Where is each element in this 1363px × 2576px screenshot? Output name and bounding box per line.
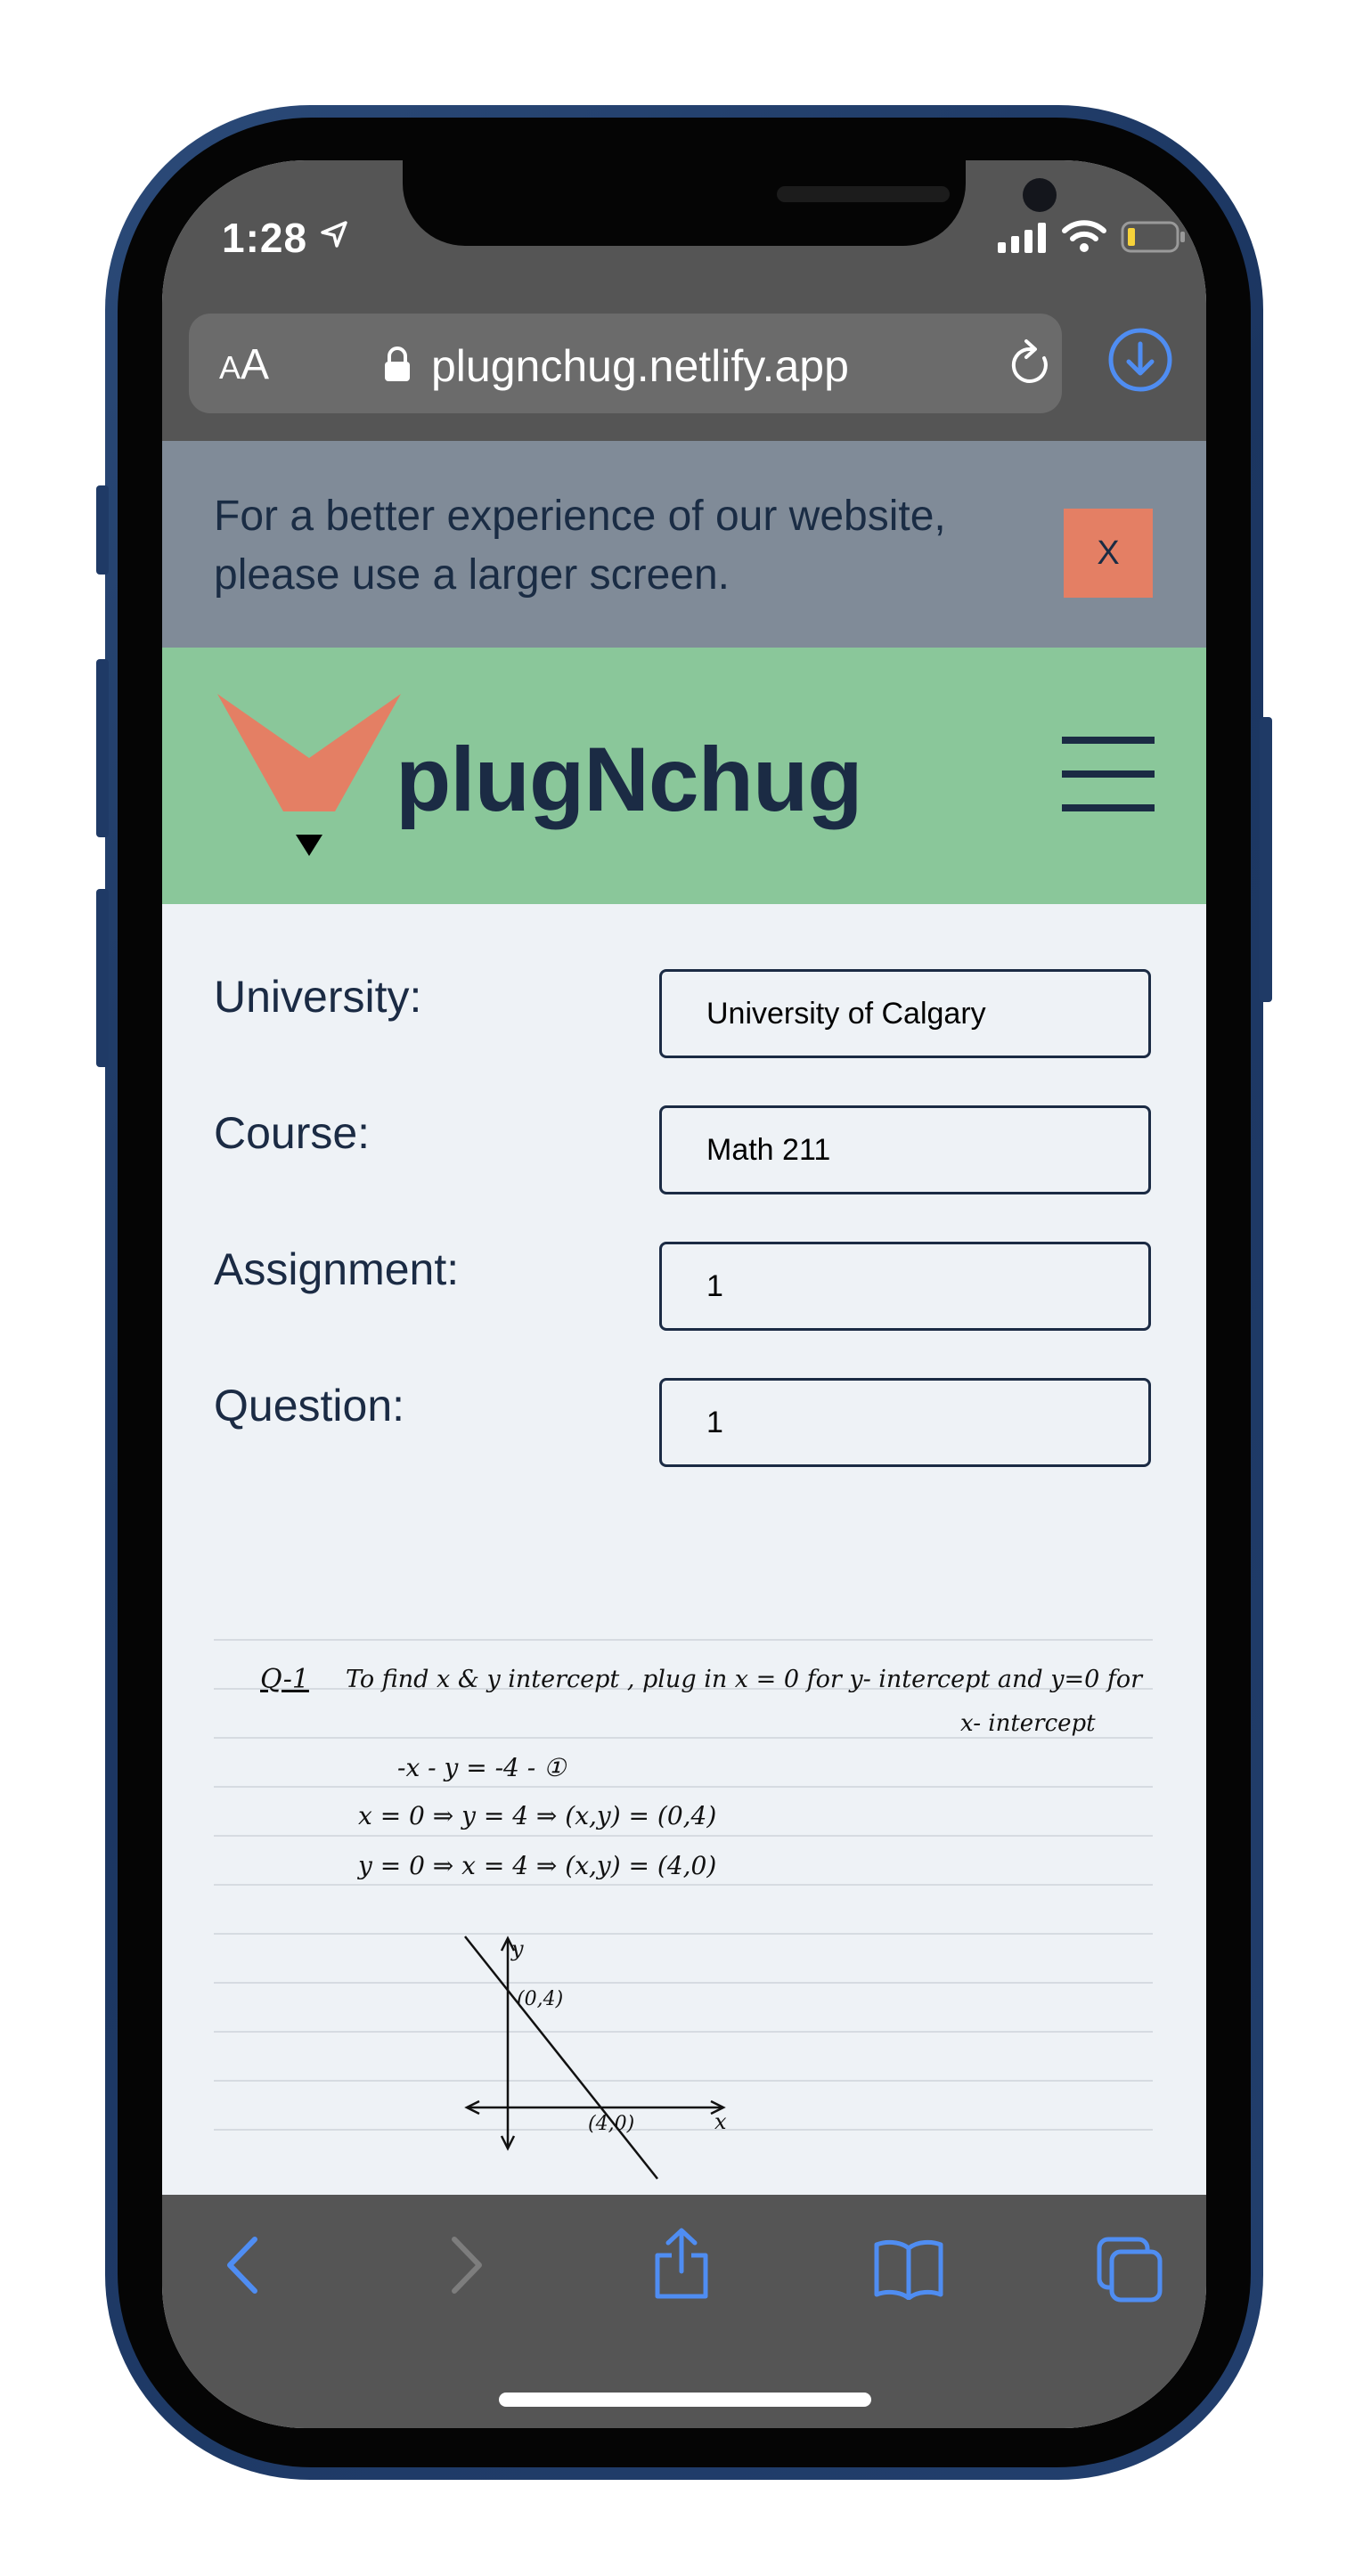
- status-time: 1:28: [222, 215, 308, 261]
- graph-x-label: x: [714, 2109, 727, 2134]
- assignment-field[interactable]: 1: [659, 1242, 1151, 1331]
- course-field[interactable]: Math 211: [659, 1105, 1151, 1194]
- graph-point-0-4: (0,4): [517, 1988, 564, 2010]
- wifi-icon: [1062, 220, 1106, 252]
- course-label: Course:: [214, 1108, 371, 1158]
- share-icon[interactable]: [652, 2227, 711, 2300]
- logo-icon: [217, 694, 401, 856]
- lock-icon: [385, 346, 410, 381]
- volume-up-button: [96, 659, 109, 837]
- banner-message: For a better experience of our website, …: [214, 493, 946, 599]
- phone-screen: 1:28 AA plugnchug.netlify.app For a bett…: [162, 160, 1206, 2428]
- tabs-icon[interactable]: [1096, 2236, 1163, 2303]
- note-intro-line2: x- intercept: [960, 1710, 1096, 1737]
- download-icon[interactable]: [1106, 326, 1174, 394]
- battery-icon: [1121, 221, 1185, 253]
- intercept-graph: [464, 1936, 726, 2180]
- university-field[interactable]: University of Calgary: [659, 969, 1151, 1058]
- home-indicator[interactable]: [499, 2393, 871, 2407]
- graph-point-4-0: (4,0): [588, 2113, 635, 2135]
- note-intro-line1: To find x & y intercept , plug in x = 0 …: [346, 1666, 1142, 1693]
- note-equation-1: -x - y = -4 - ①: [397, 1753, 567, 1782]
- volume-down-button: [96, 889, 109, 1067]
- front-camera: [1023, 178, 1057, 212]
- text-size-small-glyph: A: [219, 349, 241, 386]
- url-text[interactable]: plugnchug.netlify.app: [431, 340, 849, 392]
- browser-top-bar: 1:28 AA plugnchug.netlify.app: [162, 160, 1206, 441]
- browser-bottom-toolbar: [162, 2195, 1206, 2428]
- note-equation-3: y = 0 ⇒ x = 4 ⇒ (x,y) = (4,0): [358, 1851, 717, 1880]
- solution-image: Q-1 To find x & y intercept , plug in x …: [214, 1639, 1153, 2180]
- text-size-button[interactable]: AA: [219, 340, 269, 389]
- power-button: [1260, 717, 1272, 1002]
- forward-icon[interactable]: [449, 2234, 485, 2296]
- note-heading: Q-1: [260, 1664, 309, 1695]
- university-label: University:: [214, 972, 422, 1022]
- hamburger-menu-icon[interactable]: [1062, 737, 1155, 811]
- bookmarks-icon[interactable]: [873, 2238, 944, 2300]
- screen-size-banner: For a better experience of our website, …: [162, 441, 1206, 648]
- banner-close-button[interactable]: X: [1064, 509, 1153, 598]
- site-header: plugNchug: [162, 648, 1206, 904]
- text-size-large-glyph: A: [241, 341, 270, 388]
- question-label: Question:: [214, 1381, 405, 1431]
- location-arrow-icon: [321, 221, 347, 248]
- note-equation-2: x = 0 ⇒ y = 4 ⇒ (x,y) = (0,4): [358, 1801, 717, 1830]
- cellular-signal-icon: [998, 223, 1046, 253]
- assignment-label: Assignment:: [214, 1244, 460, 1294]
- graph-y-label: y: [511, 1936, 524, 1961]
- question-field[interactable]: 1: [659, 1378, 1151, 1467]
- reload-icon[interactable]: [1007, 338, 1055, 390]
- camera-notch: [403, 160, 1057, 246]
- back-icon[interactable]: [224, 2234, 260, 2296]
- earpiece-speaker: [777, 186, 950, 202]
- brand-name[interactable]: plugNchug: [396, 728, 863, 832]
- mute-switch: [96, 485, 109, 575]
- address-bar[interactable]: AA plugnchug.netlify.app: [189, 314, 1062, 413]
